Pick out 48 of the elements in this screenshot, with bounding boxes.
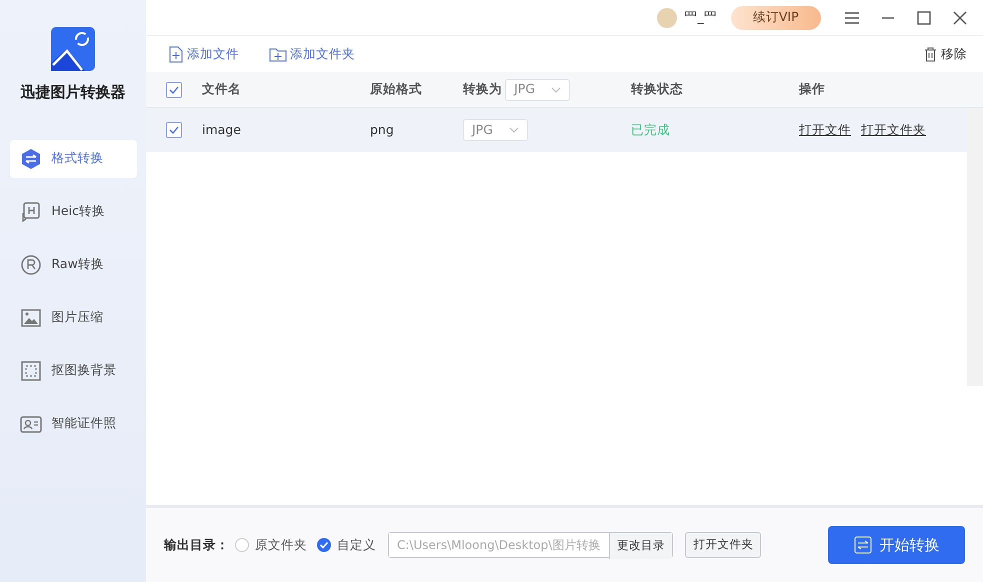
add-folder-icon: [269, 46, 287, 62]
column-header: 原始格式: [370, 80, 423, 98]
image-icon: [20, 306, 42, 328]
chevron-down-icon: [509, 127, 519, 133]
sidebar-item[interactable]: 格式转换: [10, 140, 136, 178]
format-dropdown[interactable]: JPG: [505, 78, 570, 100]
sidebar-item[interactable]: Raw转换: [10, 246, 136, 284]
renew-vip-button[interactable]: 续订VIP: [730, 6, 821, 30]
path-field[interactable]: C:\Users\Mloong\Desktop\图片转换 更改目录: [388, 532, 673, 558]
add-file-icon: [168, 46, 184, 62]
check-icon: [168, 84, 180, 94]
start-convert-button[interactable]: 开始转换: [828, 526, 965, 564]
column-header: 转换状态: [631, 80, 684, 98]
user-name[interactable]: 罒_罒: [684, 8, 717, 27]
cutout-icon: [20, 360, 42, 382]
chevron-down-icon: [551, 86, 562, 92]
format-dropdown[interactable]: JPG: [463, 119, 528, 141]
status-text: 已完成: [631, 120, 671, 139]
radio-option[interactable]: 原文件夹: [235, 536, 307, 554]
checkbox[interactable]: [166, 82, 182, 98]
raw-icon: [20, 254, 42, 276]
scrollbar[interactable]: [967, 108, 983, 386]
file-format: png: [370, 120, 395, 139]
change-directory-button[interactable]: 更改目录: [609, 533, 672, 559]
radio-option[interactable]: 自定义: [317, 536, 376, 554]
open-folder-button[interactable]: 打开文件夹: [685, 532, 762, 558]
convert-icon: [854, 536, 872, 554]
heic-icon: [20, 200, 42, 222]
checkbox[interactable]: [166, 122, 182, 138]
swap-icon: [20, 148, 42, 170]
column-header: 转换为: [463, 80, 502, 98]
check-icon: [168, 125, 180, 135]
sidebar-item[interactable]: 智能证件照: [10, 404, 136, 442]
add-file-button[interactable]: 添加文件: [168, 44, 239, 64]
add-folder-button[interactable]: 添加文件夹: [269, 44, 355, 64]
trash-icon: [923, 46, 938, 62]
action-link[interactable]: 打开文件夹: [861, 122, 926, 137]
file-name: image: [202, 120, 242, 139]
sidebar-item[interactable]: 图片压缩: [10, 298, 136, 336]
remove-button[interactable]: 移除: [923, 44, 967, 64]
output-label: 输出目录：: [164, 536, 229, 554]
app-title: 迅捷图片转换器: [20, 82, 126, 103]
sidebar-item[interactable]: 抠图换背景: [10, 352, 136, 390]
sidebar-item[interactable]: Heic转换: [10, 192, 136, 230]
column-header: 文件名: [202, 80, 242, 98]
app-logo-icon: [51, 27, 95, 71]
action-link[interactable]: 打开文件: [799, 122, 851, 137]
column-header: 操作: [799, 80, 826, 98]
